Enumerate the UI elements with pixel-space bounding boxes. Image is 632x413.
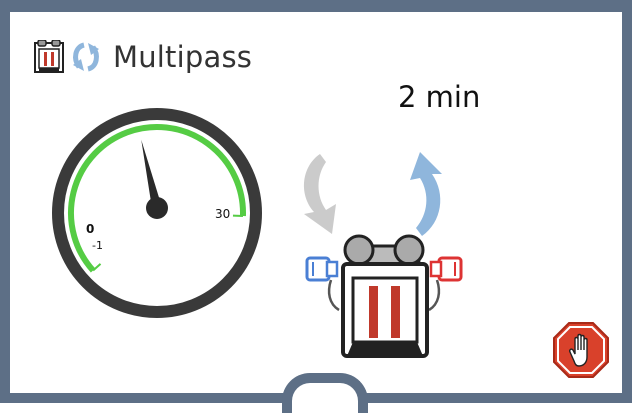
red-clamp-icon bbox=[429, 258, 461, 310]
down-arrow-icon bbox=[304, 154, 336, 234]
header: Multipass bbox=[33, 40, 252, 74]
up-arrow-icon bbox=[410, 152, 442, 236]
cycle-arrows-icon bbox=[71, 41, 101, 73]
stop-button[interactable] bbox=[552, 321, 610, 379]
multipass-machine-illustration bbox=[305, 232, 463, 360]
flow-arrows bbox=[296, 150, 466, 240]
duration-label: 2 min bbox=[398, 80, 480, 114]
gauge-max-label: 30 bbox=[215, 207, 230, 221]
page-title: Multipass bbox=[113, 40, 252, 74]
machine-icon bbox=[33, 40, 65, 74]
bottom-drawer-handle[interactable] bbox=[282, 373, 368, 413]
gauge-zero-label: 0 bbox=[86, 222, 94, 236]
blue-clamp-icon bbox=[307, 258, 339, 310]
gauge-min-label: -1 bbox=[92, 239, 103, 252]
pressure-gauge: 0 -1 30 bbox=[50, 106, 264, 320]
gauge-hub bbox=[146, 197, 168, 219]
